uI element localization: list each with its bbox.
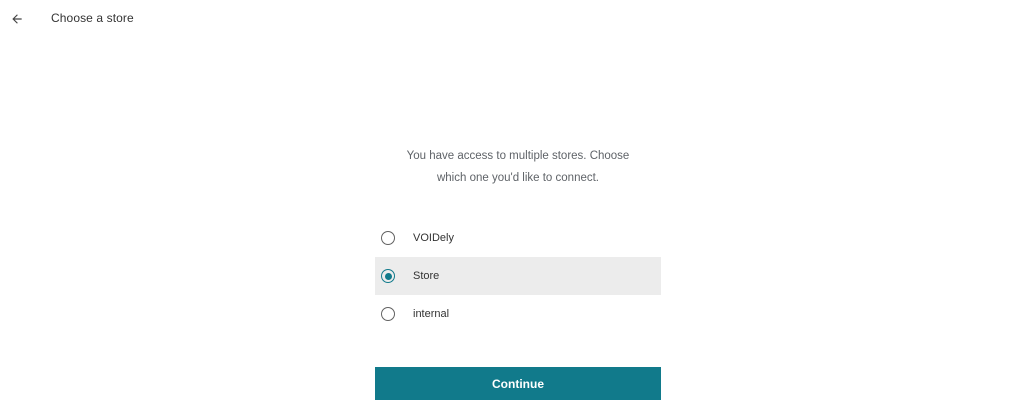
store-option-voidely[interactable]: VOIDely (375, 219, 661, 257)
top-bar: Choose a store (0, 0, 1012, 38)
store-radio-group: VOIDely Store internal (375, 219, 661, 333)
radio-button[interactable] (381, 231, 395, 245)
store-label: VOIDely (413, 232, 454, 244)
radio-dot (384, 272, 392, 280)
intro-text: You have access to multiple stores. Choo… (375, 145, 661, 189)
page-title: Choose a store (51, 11, 134, 25)
arrow-left-icon (12, 14, 22, 24)
choose-store-screen: Choose a store You have access to multip… (0, 0, 1012, 400)
store-option-internal[interactable]: internal (375, 295, 661, 333)
continue-button[interactable]: Continue (375, 367, 661, 400)
intro-line-2: which one you'd like to connect. (436, 172, 600, 184)
store-option-store[interactable]: Store (375, 257, 661, 295)
back-button[interactable] (6, 8, 28, 30)
radio-button[interactable] (381, 269, 395, 283)
store-label: internal (413, 308, 450, 320)
intro-line-1: You have access to multiple stores. Choo… (406, 150, 630, 162)
radio-button[interactable] (381, 307, 395, 321)
store-label: Store (413, 270, 440, 282)
